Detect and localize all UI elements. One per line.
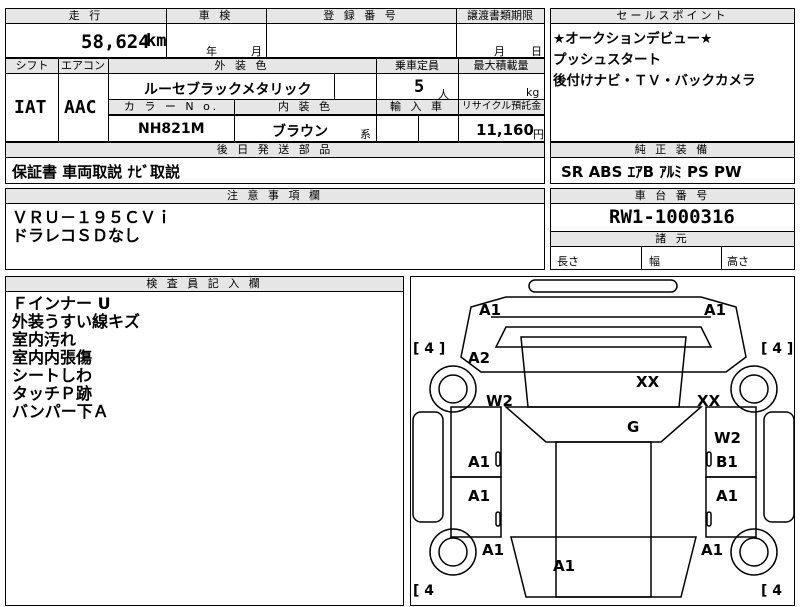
length-label: 長さ	[557, 255, 579, 268]
mileage-value: 58,624	[81, 31, 150, 53]
chassis-header: 車 台 番 号	[551, 189, 794, 204]
car-diagram-box: [ 4 ] [ 4 ] [ 4 [ 4 A1 A1 A2 XX W2 XX G …	[410, 276, 795, 606]
registration-header: 登 録 番 号	[266, 9, 456, 24]
mileage-header: 走 行	[6, 9, 166, 24]
spec-box: シフト エアコン 外 装 色 乗車定員 最大積載量 カ ラ ー N o. 内 装…	[5, 58, 545, 142]
notes-list: ＶＲＵ－１９５ＣＶｉ ドラレコＳＤなし	[12, 209, 172, 245]
inspector-note-line: シートしわ	[12, 366, 93, 385]
width-label: 幅	[649, 255, 660, 268]
genuine-equipment-value: SR ABS ｴｱB ｱﾙﾐ PS PW	[561, 163, 742, 181]
aircon-header: エアコン	[58, 59, 108, 74]
transfer-month: 月	[494, 45, 505, 58]
sales-point-box: セールスポイント ★オークションデビュー★ プッシュスタート 後付けナビ・ＴＶ・…	[550, 8, 795, 142]
recycle-fee-unit: 円	[533, 128, 544, 141]
height-label: 高さ	[727, 255, 749, 268]
aircon-value: AAC	[64, 97, 97, 118]
import-header: 輸 入 車	[377, 100, 458, 115]
color-no-header: カ ラ ー N o.	[109, 100, 234, 115]
mark-door-rl: A1	[468, 487, 491, 505]
shift-header: シフト	[6, 59, 58, 74]
shift-value: IAT	[14, 97, 47, 118]
notes-header: 注 意 事 項 欄	[6, 189, 544, 204]
recycle-fee-value: 11,160	[476, 121, 534, 139]
inspector-note-line: バンパー下Ａ	[12, 402, 109, 421]
later-parts-value: 保証書 車両取説 ﾅﾋﾞ取説	[12, 163, 180, 181]
later-parts-box: 後 日 発 送 部 品 保証書 車両取説 ﾅﾋﾞ取説	[5, 142, 545, 184]
mark-rear-fender-left: A1	[482, 541, 505, 559]
mark-hood: XX	[636, 373, 660, 391]
inspector-note-line: Ｆインナー U	[12, 294, 111, 313]
sales-point-list: ★オークションデビュー★ プッシュスタート 後付けナビ・ＴＶ・バックカメラ	[553, 29, 756, 92]
capacity-unit: 人	[438, 88, 449, 101]
tire-tl-label: [ 4 ]	[413, 341, 446, 357]
tire-tr-label: [ 4 ]	[761, 341, 794, 357]
chassis-value: RW1-1000316	[609, 206, 735, 228]
max-load-unit: kg	[526, 86, 540, 99]
chassis-box: 車 台 番 号 RW1-1000316 諸 元 長さ 幅 高さ	[550, 188, 795, 270]
mark-front-right: A1	[704, 301, 727, 319]
capacity-header: 乗車定員	[376, 59, 458, 74]
later-parts-header: 後 日 発 送 部 品	[6, 143, 544, 158]
mark-windshield: G	[627, 418, 640, 436]
mark-door-fl: A1	[468, 453, 491, 471]
exterior-color-value: ルーセブラックメタリック	[144, 82, 312, 98]
genuine-equipment-box: 純 正 装 備 SR ABS ｴｱB ｱﾙﾐ PS PW	[550, 142, 795, 184]
capacity-value: 5	[414, 77, 425, 97]
inspector-notes-list: Ｆインナー U 外装うすい線キズ 室内汚れ 室内内張傷 シートしわ タッチＰ跡 …	[12, 295, 140, 421]
mileage-unit: km	[146, 31, 167, 51]
interior-color-value: ブラウン	[272, 124, 328, 140]
inspector-notes-box: 検 査 員 記 入 欄 Ｆインナー U 外装うすい線キズ 室内汚れ 室内内張傷 …	[5, 276, 404, 606]
mark-w2-right: W2	[714, 429, 741, 447]
mark-fender-left: A2	[468, 349, 491, 367]
mark-xx-right: XX	[697, 392, 721, 410]
inspector-note-line: タッチＰ跡	[12, 384, 93, 403]
max-load-header: 最大積載量	[458, 59, 544, 74]
mark-rear-fender-right: A1	[701, 541, 724, 559]
inspector-notes-header: 検 査 員 記 入 欄	[6, 277, 403, 292]
exterior-color-header: 外 装 色	[108, 59, 376, 74]
sales-point-item: ★オークションデビュー★	[553, 31, 713, 47]
dimensions-header: 諸 元	[551, 232, 794, 247]
mark-rear-center: A1	[553, 557, 576, 575]
sales-point-item: 後付けナビ・ＴＶ・バックカメラ	[553, 73, 756, 89]
inspection-month: 月	[251, 45, 262, 58]
sales-point-item: プッシュスタート	[553, 52, 661, 68]
transfer-day: 日	[531, 45, 542, 58]
mark-door-fr: B1	[716, 453, 738, 471]
notes-line: ドラレコＳＤなし	[12, 226, 141, 245]
sales-point-header: セールスポイント	[551, 9, 794, 24]
recycle-header: リサイクル預託金	[459, 100, 544, 115]
inspector-note-line: 室内内張傷	[12, 348, 93, 367]
top-info-box: 走 行 車 検 登 録 番 号 譲渡書類期限 58,624 km 年 月 月 日	[5, 8, 545, 58]
inspection-year: 年	[206, 45, 217, 58]
color-no-value: NH821M	[138, 121, 205, 137]
mark-front-left: A1	[479, 301, 502, 319]
interior-color-header: 内 装 色	[235, 100, 376, 115]
interior-suffix: 系	[360, 128, 371, 141]
mark-door-rr: A1	[716, 487, 739, 505]
mark-w2-left: W2	[486, 392, 513, 410]
inspector-note-line: 外装うすい線キズ	[12, 312, 141, 331]
transfer-deadline-header: 譲渡書類期限	[456, 9, 544, 24]
notes-line: ＶＲＵ－１９５ＣＶｉ	[12, 208, 173, 227]
notes-box: 注 意 事 項 欄 ＶＲＵ－１９５ＣＶｉ ドラレコＳＤなし	[5, 188, 545, 270]
tire-bl-label: [ 4	[413, 583, 435, 599]
tire-br-label: [ 4	[761, 583, 783, 599]
inspector-note-line: 室内汚れ	[12, 330, 77, 349]
inspection-header: 車 検	[166, 9, 266, 24]
genuine-equipment-header: 純 正 装 備	[551, 143, 794, 158]
